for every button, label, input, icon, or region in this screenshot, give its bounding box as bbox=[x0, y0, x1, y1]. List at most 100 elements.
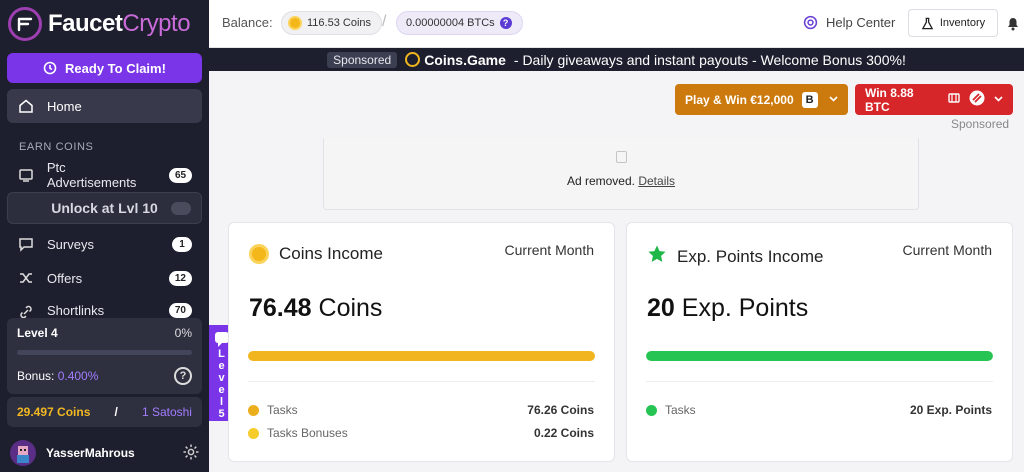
help-center-link[interactable]: Help Center bbox=[803, 15, 895, 30]
coin-icon bbox=[249, 244, 269, 264]
username: YasserMahrous bbox=[46, 446, 135, 460]
sidebar-item-label: Home bbox=[47, 98, 82, 114]
bell-icon[interactable] bbox=[1006, 15, 1020, 36]
count-badge: 70 bbox=[168, 303, 192, 318]
lock-badge bbox=[171, 202, 191, 215]
sidebar-item-offers[interactable]: Offers 12 bbox=[7, 263, 202, 293]
balance-label: Balance: bbox=[222, 15, 273, 30]
bonus-label: Bonus: bbox=[17, 369, 55, 383]
logo[interactable]: FaucetCrypto bbox=[8, 4, 191, 44]
coins-balance-value: 116.53 Coins bbox=[307, 17, 372, 29]
help-icon[interactable]: ? bbox=[174, 367, 192, 385]
sidebar-item-ptc[interactable]: Ptc Advertisements 65 bbox=[7, 160, 202, 190]
divider bbox=[646, 381, 993, 382]
win-btc-button[interactable]: Win 8.88 BTC bbox=[855, 84, 1013, 115]
sponsor-banner[interactable]: Sponsored Coins.Game - Daily giveaways a… bbox=[209, 48, 1024, 71]
level-percent: 0% bbox=[174, 326, 192, 340]
btc-balance-pill: 0.00000004 BTCs ? bbox=[396, 11, 523, 35]
card-title-text: Coins Income bbox=[279, 244, 383, 263]
amount-value: 20 bbox=[647, 294, 675, 322]
section-label: EARN COINS bbox=[19, 141, 94, 153]
ready-to-claim-button[interactable]: Ready To Claim! bbox=[7, 53, 202, 83]
level-label: Level 4 bbox=[17, 326, 58, 340]
home-icon bbox=[17, 97, 35, 115]
tv-icon bbox=[17, 166, 35, 184]
ad-text: Ad removed. Details bbox=[324, 174, 918, 188]
link-icon bbox=[17, 303, 35, 318]
card-title: Exp. Points Income bbox=[647, 244, 823, 269]
exp-progress-track bbox=[646, 351, 993, 361]
level-progress-track bbox=[17, 350, 192, 355]
count-badge: 65 bbox=[168, 167, 192, 183]
chevron-down-icon bbox=[829, 94, 838, 105]
btc-balance-value: 0.00000004 BTCs bbox=[406, 17, 495, 29]
sidebar-item-surveys[interactable]: Surveys 1 bbox=[7, 229, 202, 259]
legend-dot bbox=[248, 427, 259, 439]
card-title-text: Exp. Points Income bbox=[677, 246, 824, 266]
casino-logo-icon bbox=[968, 89, 986, 110]
flask-icon bbox=[921, 17, 934, 29]
inventory-button[interactable]: Inventory bbox=[908, 9, 998, 37]
top-header: Balance: 116.53 Coins / 0.00000004 BTCs … bbox=[209, 0, 1024, 48]
locked-label: Unlock at Lvl 10 bbox=[51, 200, 158, 216]
level-tab-letter: e bbox=[218, 384, 225, 396]
ad-details-link[interactable]: Details bbox=[638, 174, 675, 188]
level-tab-letter: L bbox=[218, 348, 225, 360]
locked-item: Unlock at Lvl 10 bbox=[7, 192, 202, 224]
exp-progress-fill bbox=[646, 351, 993, 361]
help-icon[interactable]: ? bbox=[499, 17, 512, 29]
card-period: Current Month bbox=[902, 242, 992, 258]
divider bbox=[248, 381, 595, 382]
card-amount: 76.48 Coins bbox=[249, 294, 382, 323]
income-row-value: 0.22 Coins bbox=[533, 426, 594, 440]
bonus-text: Bonus: 0.400% bbox=[17, 369, 98, 383]
shuffle-icon bbox=[17, 269, 35, 287]
level-tab-letter: l bbox=[219, 396, 224, 408]
slot-icon bbox=[948, 92, 960, 107]
card-period: Current Month bbox=[504, 242, 594, 258]
level-tab-letter: v bbox=[218, 372, 225, 384]
sponsor-brand: Coins.Game bbox=[405, 52, 506, 68]
legend-dot bbox=[248, 404, 259, 416]
coins-balance: 29.497 Coins bbox=[17, 405, 91, 419]
exp-income-card: Exp. Points Income Current Month 20 Exp.… bbox=[626, 222, 1013, 462]
balance-slash: / bbox=[382, 13, 387, 30]
gear-icon[interactable] bbox=[182, 443, 200, 464]
coins-game-logo-icon bbox=[405, 52, 421, 67]
chat-icon bbox=[17, 235, 35, 253]
sidebar-item-label: Shortlinks bbox=[47, 303, 105, 318]
coins-progress-fill bbox=[248, 351, 595, 361]
amount-unit: Exp. Points bbox=[681, 294, 809, 322]
sidebar: FaucetCrypto Ready To Claim! Home EARN C… bbox=[0, 0, 209, 472]
balance-separator: / bbox=[114, 405, 118, 419]
star-icon bbox=[647, 244, 667, 269]
logo-text: FaucetCrypto bbox=[48, 10, 191, 37]
ad-removed-label: Ad removed. bbox=[566, 174, 635, 188]
claim-label: Ready To Claim! bbox=[65, 60, 166, 76]
sidebar-item-home[interactable]: Home bbox=[7, 89, 202, 123]
ad-placeholder: Ad removed. Details bbox=[323, 138, 919, 210]
play-and-win-button[interactable]: Play & Win €12,000 B bbox=[675, 84, 848, 115]
sidebar-item-label: Ptc Advertisements bbox=[46, 160, 137, 190]
coins-balance-pill: 116.53 Coins bbox=[281, 11, 383, 35]
income-row: Tasks 20 Exp. Points bbox=[646, 403, 992, 417]
logo-mark-icon bbox=[8, 7, 42, 41]
sidebar-item-shortlinks[interactable]: Shortlinks 70 bbox=[7, 297, 202, 318]
sponsor-brand-name: Coins.Game bbox=[424, 51, 506, 68]
bitcoin-badge-icon: B bbox=[801, 91, 818, 108]
win-label: Win 8.88 BTC bbox=[865, 85, 914, 114]
level-box: Level 4 0% Bonus: 0.400% ? bbox=[7, 318, 202, 394]
coin-icon bbox=[288, 16, 302, 30]
calendar-icon bbox=[616, 151, 627, 163]
help-center-label: Help Center bbox=[826, 15, 896, 30]
income-row-value: 20 Exp. Points bbox=[909, 403, 992, 417]
user-row[interactable]: YasserMahrous bbox=[10, 440, 200, 466]
income-row-label: Tasks bbox=[267, 403, 298, 417]
sidebar-item-label: Surveys bbox=[47, 236, 94, 252]
sponsored-tag: Sponsored bbox=[327, 51, 398, 68]
income-row: Tasks 76.26 Coins bbox=[248, 403, 594, 417]
level-tab-number: 5 bbox=[218, 408, 225, 420]
card-amount: 20 Exp. Points bbox=[647, 294, 808, 323]
chevron-down-icon bbox=[994, 94, 1003, 105]
sidebar-balance: 29.497 Coins / 1 Satoshi bbox=[7, 397, 202, 427]
